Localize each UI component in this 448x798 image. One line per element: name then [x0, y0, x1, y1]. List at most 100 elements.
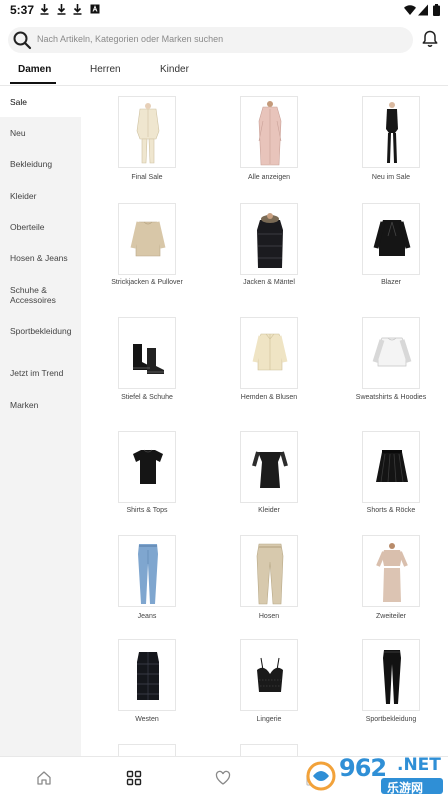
wifi-icon: [404, 5, 416, 15]
product-thumbnail: [118, 535, 176, 607]
category-label: Blazer: [381, 279, 401, 286]
gender-tabs: Damen Herren Kinder: [0, 58, 448, 86]
product-thumbnail: [240, 535, 298, 607]
product-thumbnail: [240, 317, 298, 389]
sidebar-item-label: Sale: [10, 97, 28, 107]
beige-sweater-image: [130, 221, 166, 257]
black-dress-image: [252, 451, 288, 488]
battery-icon: [433, 4, 440, 16]
search-placeholder: Nach Artikeln, Kategorien oder Marken su…: [37, 34, 224, 44]
sidebar-item-label: Kleider: [10, 191, 37, 201]
cellular-signal-icon: [418, 4, 428, 16]
sidebar-item-label: Sportbekleidung: [10, 326, 72, 336]
sidebar-item-jetzt-im-trend[interactable]: Jetzt im Trend: [0, 358, 81, 389]
pink-coat-image: [258, 101, 282, 166]
product-thumbnail: [240, 203, 298, 275]
product-thumbnail: [362, 639, 420, 711]
product-thumbnail: [362, 96, 420, 168]
black-leggings-image: [383, 650, 401, 704]
cream-shirt-image: [252, 333, 288, 371]
watermark-chinese: 乐游网: [387, 781, 424, 795]
category-label: Hosen: [258, 613, 280, 620]
product-thumbnail: [240, 96, 298, 168]
notification-bell-icon[interactable]: [422, 30, 438, 48]
category-label: Shorts & Röcke: [366, 507, 416, 514]
sidebar-item-marken[interactable]: Marken: [0, 389, 81, 420]
search-icon: [13, 31, 32, 50]
watermark-number: 962: [339, 754, 387, 782]
product-thumbnail: [118, 431, 176, 503]
categories-icon[interactable]: [126, 770, 142, 786]
black-lace-bra-image: [257, 657, 283, 692]
black-skirt-image: [376, 450, 408, 483]
black-blazer-image: [373, 220, 411, 256]
download-icon: [73, 4, 82, 15]
category-label: Kleider: [258, 507, 280, 514]
sidebar-item-kleider[interactable]: Kleider: [0, 179, 81, 210]
category-label: Stiefel & Schuhe: [121, 394, 173, 401]
category-label: Lingerie: [256, 716, 282, 723]
product-thumbnail: [118, 96, 176, 168]
search-row: Nach Artikeln, Kategorien oder Marken su…: [0, 22, 448, 58]
tab-herren[interactable]: Herren: [90, 64, 121, 75]
category-label: Strickjacken & Pullover: [111, 279, 183, 286]
category-sidebar: Sale Neu Bekleidung Kleider Oberteile Ho…: [0, 86, 81, 756]
wishlist-icon[interactable]: [215, 770, 231, 786]
sidebar-item-bekleidung[interactable]: Bekleidung: [0, 148, 81, 179]
search-input[interactable]: Nach Artikeln, Kategorien oder Marken su…: [8, 27, 413, 53]
sidebar-item-label: Oberteile: [10, 222, 45, 232]
beige-trousers-image: [256, 543, 284, 605]
black-jumpsuit-image: [386, 102, 398, 163]
download-icon: [40, 4, 49, 15]
sidebar-item-label: Neu: [10, 128, 26, 138]
category-label: Jeans: [137, 613, 157, 620]
category-grid: Final Sale Alle anzeigen Neu im Sale Str…: [81, 86, 448, 756]
sidebar-item-oberteile[interactable]: Oberteile: [0, 210, 81, 241]
home-icon[interactable]: [36, 770, 52, 786]
status-bar: 5:37: [0, 0, 448, 20]
category-label: Jacken & Mäntel: [243, 279, 295, 286]
cream-suit-image: [136, 103, 160, 164]
product-thumbnail: [240, 639, 298, 711]
product-thumbnail: [118, 203, 176, 275]
category-label: Westen: [135, 716, 159, 723]
category-label: Neu im Sale: [371, 174, 411, 181]
product-thumbnail: [118, 639, 176, 711]
sidebar-item-sale[interactable]: Sale: [0, 86, 81, 117]
product-thumbnail: [240, 744, 298, 756]
sidebar-item-label: Marken: [10, 400, 39, 410]
blue-jeans-image: [138, 544, 158, 604]
tab-kinder[interactable]: Kinder: [160, 64, 189, 75]
category-label: Sweatshirts & Hoodies: [355, 394, 427, 401]
category-label: Final Sale: [131, 174, 163, 181]
product-thumbnail: [240, 431, 298, 503]
white-sweatshirt-image: [372, 337, 412, 367]
category-label: Sportbekleidung: [365, 716, 417, 723]
sidebar-item-label: Schuhe & Accessoires: [10, 285, 56, 305]
category-label: Hemden & Blusen: [240, 394, 298, 401]
sidebar-item-schuhe-accessoires[interactable]: Schuhe & Accessoires: [0, 272, 81, 314]
app-notification-icon: [90, 4, 100, 14]
category-label: Zweiteiler: [376, 613, 406, 620]
watermark-net: .NET: [397, 755, 441, 775]
download-icon: [57, 4, 66, 15]
product-thumbnail: [362, 203, 420, 275]
beige-coord-image: [376, 543, 408, 602]
black-puffer-image: [257, 213, 283, 268]
product-thumbnail: [118, 744, 176, 756]
sidebar-item-hosen-jeans[interactable]: Hosen & Jeans: [0, 241, 81, 272]
sidebar-item-label: Bekleidung: [10, 159, 53, 169]
watermark-logo: 962 .NET 乐游网: [305, 746, 448, 798]
product-thumbnail: [362, 535, 420, 607]
sidebar-item-neu[interactable]: Neu: [0, 117, 81, 148]
sidebar-item-sportbekleidung[interactable]: Sportbekleidung: [0, 314, 81, 358]
tab-damen[interactable]: Damen: [18, 64, 51, 75]
category-label: Alle anzeigen: [247, 174, 291, 181]
product-thumbnail: [362, 317, 420, 389]
black-vest-image: [137, 652, 159, 700]
sidebar-item-label: Hosen & Jeans: [10, 253, 68, 263]
product-thumbnail: [118, 317, 176, 389]
status-time: 5:37: [10, 3, 35, 17]
product-thumbnail: [362, 431, 420, 503]
sidebar-item-label: Jetzt im Trend: [10, 368, 64, 378]
